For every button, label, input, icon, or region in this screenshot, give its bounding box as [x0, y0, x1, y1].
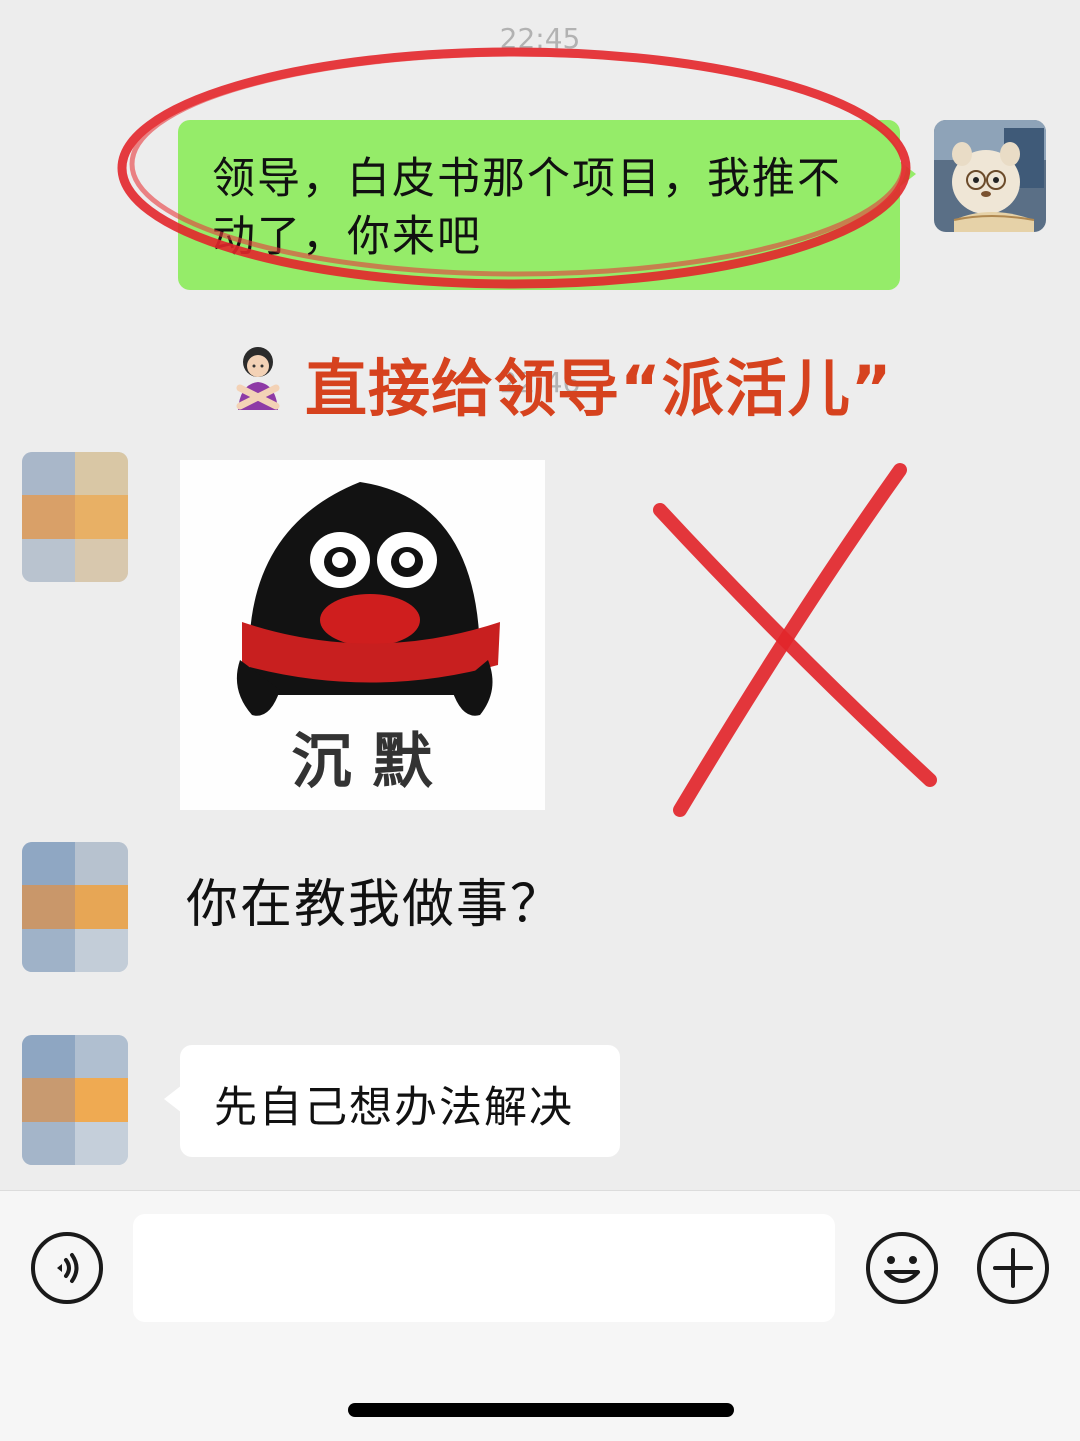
pixelated-avatar-image — [22, 1035, 128, 1165]
bear-avatar-image — [934, 120, 1046, 232]
contact-message-text: 先自己想办法解决 — [214, 1083, 574, 1133]
plus-icon[interactable] — [975, 1230, 1051, 1306]
red-x-annotation — [653, 463, 937, 817]
pixelated-avatar-image — [22, 842, 128, 972]
pixelated-avatar-image — [22, 452, 128, 582]
silent-penguin-sticker: 沉 默 — [180, 460, 545, 810]
voice-icon[interactable] — [29, 1230, 105, 1306]
contact-avatar[interactable] — [22, 452, 128, 582]
reply-text-message[interactable]: 你在教我做事？ — [186, 862, 564, 937]
sticker-label: 沉 默 — [292, 727, 434, 797]
contact-avatar[interactable] — [22, 1035, 128, 1165]
self-avatar[interactable] — [934, 120, 1046, 232]
smiley-icon[interactable] — [864, 1230, 940, 1306]
home-indicator[interactable] — [348, 1403, 734, 1417]
caption-text: 直接给领导“派活儿” — [305, 352, 893, 425]
red-circle-annotation — [117, 47, 911, 289]
sticker-image[interactable]: 沉 默 — [180, 460, 545, 810]
contact-message-bubble[interactable]: 先自己想办法解决 — [164, 1045, 620, 1157]
no-gesture-woman-emoji — [236, 347, 280, 410]
contact-avatar[interactable] — [22, 842, 128, 972]
message-input[interactable] — [133, 1214, 835, 1322]
